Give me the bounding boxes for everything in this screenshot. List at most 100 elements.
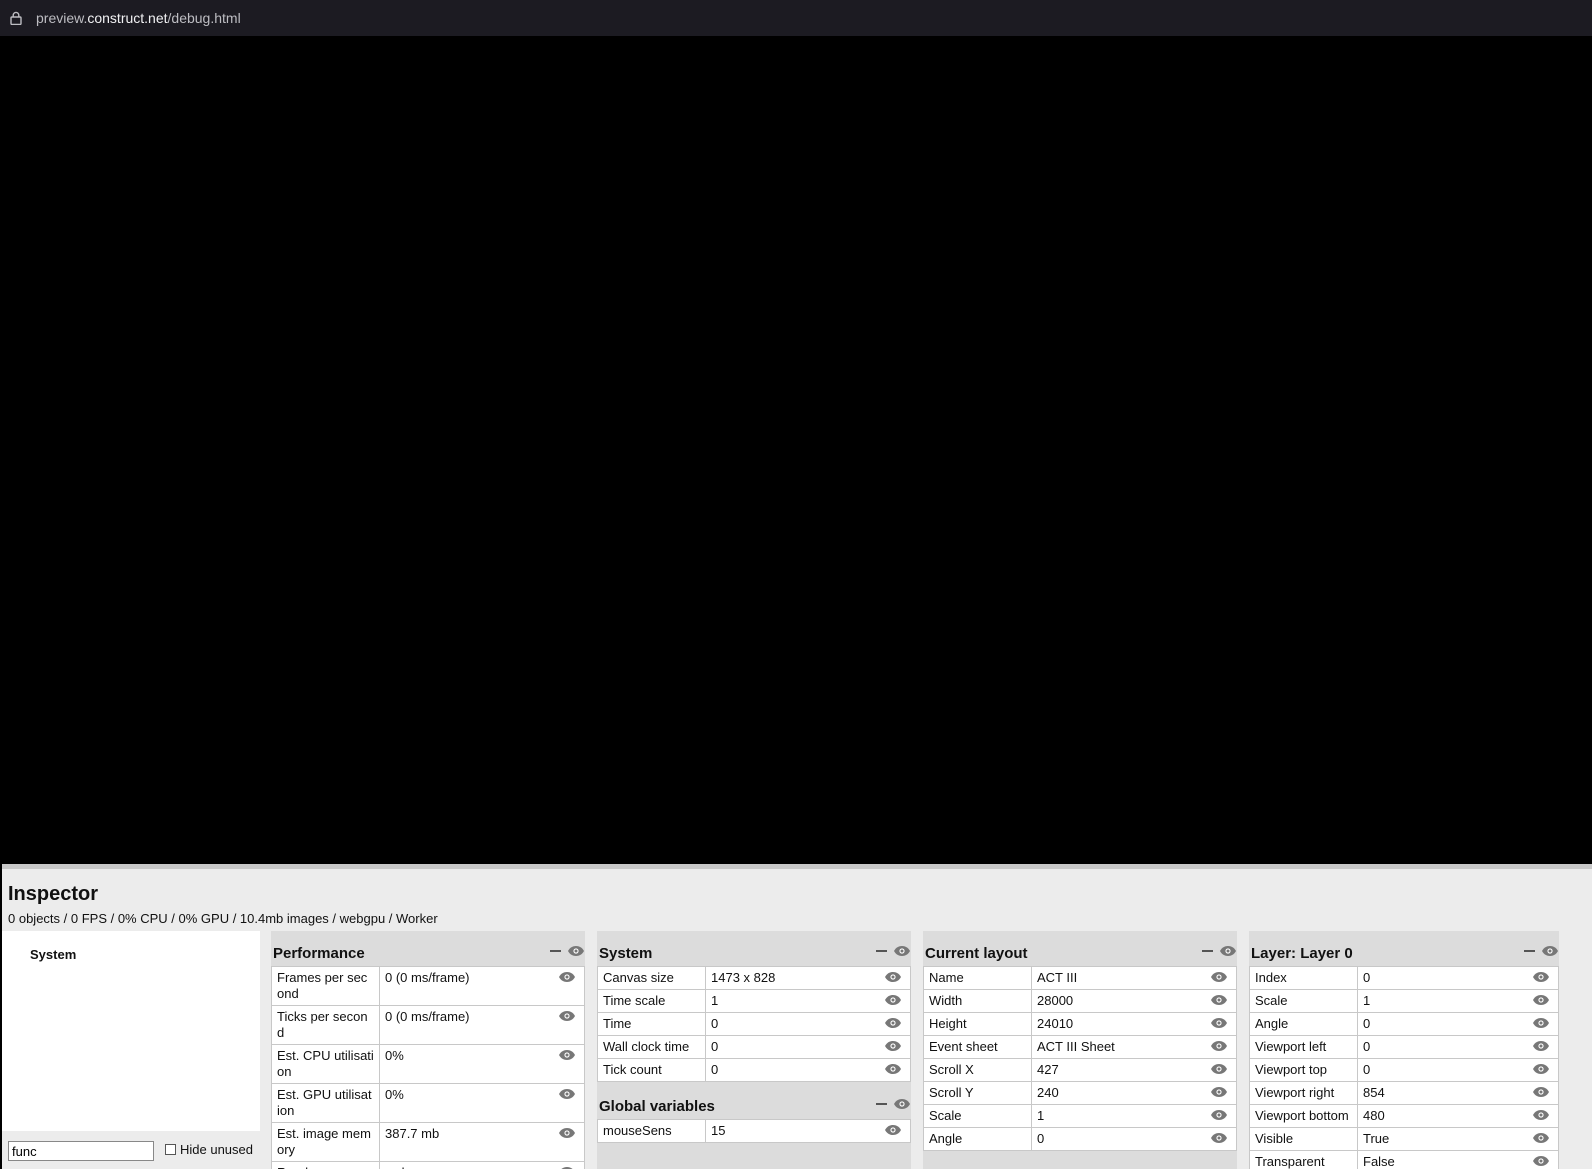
lock-icon[interactable] bbox=[10, 11, 24, 25]
eye-icon[interactable] bbox=[558, 1127, 576, 1139]
minimize-icon[interactable] bbox=[876, 1103, 887, 1105]
property-value-cell: True bbox=[1357, 1127, 1559, 1151]
address-bar[interactable]: preview.construct.net/debug.html bbox=[0, 0, 1592, 36]
property-value-cell: 0 bbox=[1357, 1058, 1559, 1082]
table-row: Est. image memory 387.7 mb bbox=[271, 1122, 585, 1162]
panel-title: System bbox=[599, 945, 653, 962]
eye-icon[interactable] bbox=[884, 994, 902, 1006]
eye-icon[interactable] bbox=[1532, 1017, 1550, 1029]
eye-icon[interactable] bbox=[558, 1010, 576, 1022]
minimize-icon[interactable] bbox=[550, 950, 561, 952]
property-name: Time bbox=[597, 1012, 706, 1036]
property-value-cell: webgpu bbox=[379, 1161, 585, 1169]
table-row: Index 0 bbox=[1249, 966, 1559, 990]
eye-icon[interactable] bbox=[1210, 994, 1228, 1006]
checkbox-box[interactable] bbox=[165, 1144, 176, 1155]
eye-icon[interactable] bbox=[1210, 1132, 1228, 1144]
eye-icon[interactable] bbox=[1532, 1040, 1550, 1052]
eye-icon[interactable] bbox=[893, 945, 911, 957]
property-name: Angle bbox=[1249, 1012, 1358, 1036]
eye-icon[interactable] bbox=[1210, 1063, 1228, 1075]
eye-icon[interactable] bbox=[558, 971, 576, 983]
eye-icon[interactable] bbox=[884, 1063, 902, 1075]
property-value: 0 bbox=[1037, 1131, 1045, 1146]
eye-icon[interactable] bbox=[558, 1088, 576, 1100]
layer-table: Index 0 Scale 1 Angle 0 Viewport left 0 Viewport… bbox=[1249, 966, 1559, 1169]
eye-icon[interactable] bbox=[1532, 994, 1550, 1006]
eye-icon[interactable] bbox=[1219, 945, 1237, 957]
panel-controls bbox=[1524, 945, 1559, 957]
property-name: Transparent bbox=[1249, 1150, 1358, 1169]
eye-icon[interactable] bbox=[1532, 1086, 1550, 1098]
eye-icon[interactable] bbox=[884, 1040, 902, 1052]
property-name: Ticks per second bbox=[271, 1005, 380, 1045]
eye-icon[interactable] bbox=[1532, 1132, 1550, 1144]
eye-icon[interactable] bbox=[884, 1017, 902, 1029]
property-value-cell: 387.7 mb bbox=[379, 1122, 585, 1162]
minimize-icon[interactable] bbox=[1202, 950, 1213, 952]
current-layout-table: Name ACT III Width 28000 Height 24010 Event sh… bbox=[923, 966, 1237, 1151]
minimize-icon[interactable] bbox=[1524, 950, 1535, 952]
property-value-cell: 0 bbox=[1357, 966, 1559, 990]
panel-title: Layer: Layer 0 bbox=[1251, 945, 1353, 962]
search-input[interactable] bbox=[8, 1141, 154, 1161]
property-name: Canvas size bbox=[597, 966, 706, 990]
table-row: Est. GPU utilisation 0% bbox=[271, 1083, 585, 1123]
current-layout-panel: Current layout Name ACT III Width 28000 Heigh… bbox=[923, 931, 1237, 1169]
game-canvas[interactable] bbox=[0, 36, 1592, 864]
property-value-cell: 15 bbox=[705, 1119, 911, 1143]
property-name: Viewport right bbox=[1249, 1081, 1358, 1105]
minimize-icon[interactable] bbox=[876, 950, 887, 952]
table-row: Canvas size 1473 x 828 bbox=[597, 966, 911, 990]
eye-icon[interactable] bbox=[1210, 971, 1228, 983]
property-name: Tick count bbox=[597, 1058, 706, 1082]
property-name: Width bbox=[923, 989, 1032, 1013]
property-value: 1 bbox=[1363, 993, 1371, 1008]
property-value: 0 bbox=[711, 1016, 719, 1031]
property-value-cell: ACT III bbox=[1031, 966, 1237, 990]
property-name: Est. image memory bbox=[271, 1122, 380, 1162]
table-row: Transparent False bbox=[1249, 1150, 1559, 1169]
property-value-cell: 480 bbox=[1357, 1104, 1559, 1128]
eye-icon[interactable] bbox=[884, 971, 902, 983]
property-name: Scroll X bbox=[923, 1058, 1032, 1082]
property-value: 0 bbox=[711, 1039, 719, 1054]
property-value-cell: 0 bbox=[705, 1012, 911, 1036]
table-row: Time 0 bbox=[597, 1012, 911, 1036]
table-row: Renderer webgpu bbox=[271, 1161, 585, 1169]
property-value: 1 bbox=[711, 993, 719, 1008]
eye-icon[interactable] bbox=[893, 1098, 911, 1110]
table-row: Ticks per second 0 (0 ms/frame) bbox=[271, 1005, 585, 1045]
eye-icon[interactable] bbox=[1532, 1155, 1550, 1167]
performance-table: Frames per second 0 (0 ms/frame) Ticks per… bbox=[271, 966, 585, 1169]
url-text[interactable]: preview.construct.net/debug.html bbox=[36, 10, 241, 26]
eye-icon[interactable] bbox=[884, 1124, 902, 1136]
eye-icon[interactable] bbox=[1532, 971, 1550, 983]
property-name: Wall clock time bbox=[597, 1035, 706, 1059]
table-row: Event sheet ACT III Sheet bbox=[923, 1035, 1237, 1059]
property-value: 1 bbox=[1037, 1108, 1045, 1123]
tree-item-system[interactable]: System bbox=[30, 947, 76, 962]
panel-controls bbox=[550, 945, 585, 957]
eye-icon[interactable] bbox=[1210, 1086, 1228, 1098]
property-name: Viewport top bbox=[1249, 1058, 1358, 1082]
eye-icon[interactable] bbox=[1532, 1109, 1550, 1121]
property-value-cell: 1473 x 828 bbox=[705, 966, 911, 990]
inspector-stats: 0 objects / 0 FPS / 0% CPU / 0% GPU / 10… bbox=[8, 911, 438, 926]
eye-icon[interactable] bbox=[558, 1049, 576, 1061]
eye-icon[interactable] bbox=[1532, 1063, 1550, 1075]
hide-unused-checkbox[interactable]: Hide unused bbox=[165, 1142, 253, 1157]
eye-icon[interactable] bbox=[1210, 1109, 1228, 1121]
property-name: Scroll Y bbox=[923, 1081, 1032, 1105]
property-value: 240 bbox=[1037, 1085, 1059, 1100]
eye-icon[interactable] bbox=[1541, 945, 1559, 957]
table-row: Scale 1 bbox=[1249, 989, 1559, 1013]
eye-icon[interactable] bbox=[567, 945, 585, 957]
eye-icon[interactable] bbox=[1210, 1040, 1228, 1052]
property-name: Angle bbox=[923, 1127, 1032, 1151]
property-value: 0 (0 ms/frame) bbox=[385, 970, 470, 985]
property-value: 387.7 mb bbox=[385, 1126, 440, 1141]
panel-controls bbox=[876, 1098, 911, 1110]
eye-icon[interactable] bbox=[1210, 1017, 1228, 1029]
layer-panel: Layer: Layer 0 Index 0 Scale 1 Angle 0 Viewport… bbox=[1249, 931, 1559, 1169]
